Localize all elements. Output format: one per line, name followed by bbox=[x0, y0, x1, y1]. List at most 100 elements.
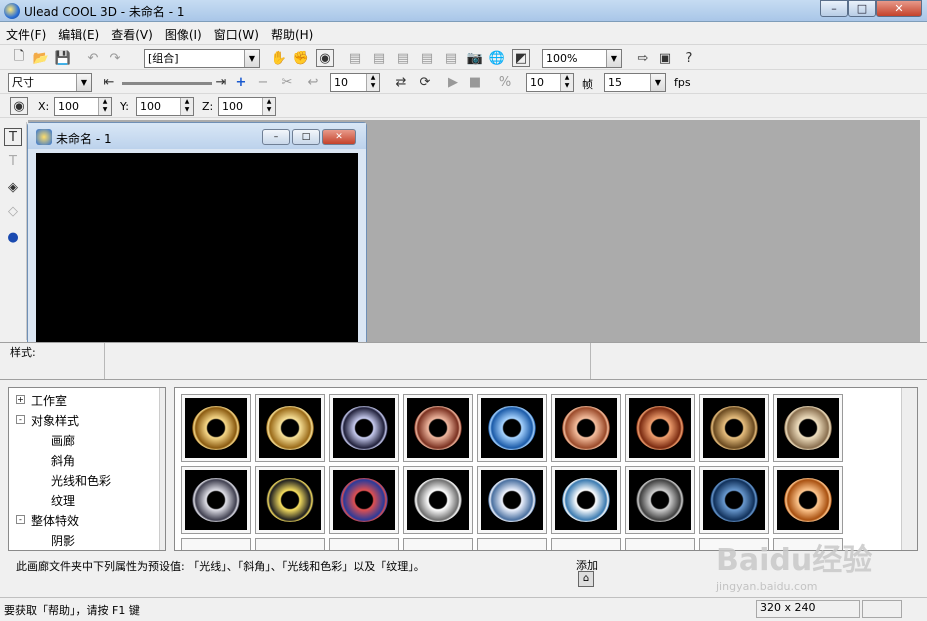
size-select[interactable]: 尺寸 ▼ bbox=[8, 73, 92, 92]
gallery-thumbnail[interactable] bbox=[329, 466, 399, 534]
align-icon[interactable]: ▤ bbox=[346, 49, 364, 67]
gallery-scrollbar[interactable] bbox=[901, 388, 917, 550]
position-mode-icon[interactable]: ◉ bbox=[10, 97, 28, 115]
document-title-bar: 未命名 - 1 – □ ✕ bbox=[28, 123, 366, 149]
minimize-button[interactable]: – bbox=[820, 0, 848, 17]
globe-icon[interactable]: 🌐 bbox=[488, 49, 506, 67]
gallery-thumbnail[interactable] bbox=[477, 466, 547, 534]
x-label: X: bbox=[38, 100, 50, 113]
add-keyframe-icon[interactable]: + bbox=[232, 73, 250, 91]
chart-view-icon[interactable]: ◩ bbox=[512, 49, 530, 67]
export-icon[interactable]: ⇨ bbox=[634, 49, 652, 67]
object-select[interactable]: [组合] ▼ bbox=[144, 49, 260, 68]
gallery-thumbnail[interactable] bbox=[181, 466, 251, 534]
gallery-thumbnail[interactable] bbox=[255, 394, 325, 462]
split-icon[interactable]: ✂ bbox=[278, 73, 296, 91]
tree-item[interactable]: 阴影 bbox=[51, 532, 75, 549]
value-input-2[interactable]: 10 ▲ ▼ bbox=[526, 73, 574, 92]
menu-edit[interactable]: 编辑(E) bbox=[58, 26, 99, 43]
tree-item[interactable]: 工作室 bbox=[31, 392, 67, 409]
new-file-icon[interactable]: 🗋 bbox=[10, 49, 28, 67]
remove-keyframe-icon[interactable]: − bbox=[254, 73, 272, 91]
gallery-thumbnail[interactable] bbox=[477, 394, 547, 462]
gallery-thumbnail[interactable] bbox=[773, 394, 843, 462]
zoom-select[interactable]: 100% ▼ bbox=[542, 49, 622, 68]
pingpong-icon[interactable]: ⟳ bbox=[416, 73, 434, 91]
select-object-icon[interactable]: ◉ bbox=[316, 49, 334, 67]
z-input[interactable]: 100 ▲ ▼ bbox=[218, 97, 276, 116]
tree-item[interactable]: 斜角 bbox=[51, 452, 75, 469]
percent-icon[interactable]: % bbox=[496, 73, 514, 91]
insert-shape-icon[interactable]: ◈ bbox=[4, 178, 22, 196]
gallery-thumbnail[interactable] bbox=[255, 538, 325, 550]
y-input[interactable]: 100 ▲ ▼ bbox=[136, 97, 194, 116]
gallery-thumbnail[interactable] bbox=[699, 466, 769, 534]
tree-scrollbar[interactable] bbox=[159, 388, 165, 550]
menu-window[interactable]: 窗口(W) bbox=[214, 26, 259, 43]
gallery-thumbnail[interactable] bbox=[477, 538, 547, 550]
gallery-thumbnail[interactable] bbox=[551, 394, 621, 462]
stop-icon[interactable]: ■ bbox=[466, 73, 484, 91]
camera-icon[interactable]: 📷 bbox=[466, 49, 484, 67]
reverse-icon[interactable]: ↩ bbox=[304, 73, 322, 91]
loop-icon[interactable]: ⇄ bbox=[392, 73, 410, 91]
gallery-thumbnail[interactable] bbox=[625, 538, 695, 550]
x-input[interactable]: 100 ▲ ▼ bbox=[54, 97, 112, 116]
tree-item[interactable]: 光线和色彩 bbox=[51, 472, 111, 489]
maximize-button[interactable]: □ bbox=[848, 0, 876, 17]
gallery-thumbnail[interactable] bbox=[403, 466, 473, 534]
gallery-thumbnail[interactable] bbox=[329, 538, 399, 550]
value-input-1[interactable]: 10 ▲ ▼ bbox=[330, 73, 380, 92]
menu-image[interactable]: 图像(I) bbox=[165, 26, 202, 43]
open-folder-icon[interactable]: 📂 bbox=[32, 49, 50, 67]
tree-item[interactable]: 对象样式 bbox=[31, 412, 79, 429]
align3-icon[interactable]: ▤ bbox=[394, 49, 412, 67]
render-canvas[interactable] bbox=[36, 153, 358, 345]
gallery-thumbnail[interactable] bbox=[625, 394, 695, 462]
gallery-thumbnail[interactable] bbox=[403, 538, 473, 550]
gallery-thumbnail[interactable] bbox=[181, 394, 251, 462]
tree-item[interactable]: 画廊 bbox=[51, 432, 75, 449]
tree-expander[interactable]: + bbox=[16, 395, 25, 404]
tree-item[interactable]: 整体特效 bbox=[31, 512, 79, 529]
gallery-thumbnail[interactable] bbox=[255, 466, 325, 534]
timeline-slider[interactable] bbox=[122, 82, 212, 85]
play-icon[interactable]: ▶ bbox=[444, 73, 462, 91]
keyframe-next-icon[interactable]: ⇥ bbox=[212, 73, 230, 91]
redo-icon[interactable]: ↷ bbox=[106, 49, 124, 67]
undo-icon[interactable]: ↶ bbox=[84, 49, 102, 67]
gallery-thumbnail[interactable] bbox=[625, 466, 695, 534]
geometric-icon[interactable]: ● bbox=[4, 228, 22, 246]
hand-move-icon[interactable]: ✋ bbox=[270, 49, 288, 67]
align4-icon[interactable]: ▤ bbox=[418, 49, 436, 67]
tree-item[interactable]: 纹理 bbox=[51, 492, 75, 509]
menu-file[interactable]: 文件(F) bbox=[6, 26, 46, 43]
close-button[interactable]: ✕ bbox=[876, 0, 922, 17]
tree-expander[interactable]: - bbox=[16, 515, 25, 524]
doc-maximize-button[interactable]: □ bbox=[292, 129, 320, 145]
gallery-thumbnail[interactable] bbox=[773, 466, 843, 534]
add-button[interactable]: ⌂ bbox=[578, 571, 594, 587]
save-icon[interactable]: 💾 bbox=[54, 49, 72, 67]
gallery-thumbnail[interactable] bbox=[699, 394, 769, 462]
doc-close-button[interactable]: ✕ bbox=[322, 129, 356, 145]
context-help-icon[interactable]: ? bbox=[680, 49, 698, 67]
gallery-thumbnail[interactable] bbox=[403, 394, 473, 462]
align5-icon[interactable]: ▤ bbox=[442, 49, 460, 67]
align2-icon[interactable]: ▤ bbox=[370, 49, 388, 67]
edit-shape-icon[interactable]: ◇ bbox=[4, 202, 22, 220]
tree-expander[interactable]: - bbox=[16, 415, 25, 424]
menu-view[interactable]: 查看(V) bbox=[111, 26, 153, 43]
gallery-thumbnail[interactable] bbox=[551, 466, 621, 534]
doc-minimize-button[interactable]: – bbox=[262, 129, 290, 145]
frames-select[interactable]: 15 ▼ bbox=[604, 73, 666, 92]
edit-text-icon[interactable]: T bbox=[4, 152, 22, 170]
gallery-icon[interactable]: ▣ bbox=[656, 49, 674, 67]
menu-help[interactable]: 帮助(H) bbox=[271, 26, 313, 43]
insert-text-icon[interactable]: T bbox=[4, 128, 22, 146]
gallery-thumbnail[interactable] bbox=[329, 394, 399, 462]
keyframe-prev-icon[interactable]: ⇤ bbox=[100, 73, 118, 91]
gallery-thumbnail[interactable] bbox=[551, 538, 621, 550]
gallery-thumbnail[interactable] bbox=[181, 538, 251, 550]
hand-rotate-icon[interactable]: ✊ bbox=[292, 49, 310, 67]
